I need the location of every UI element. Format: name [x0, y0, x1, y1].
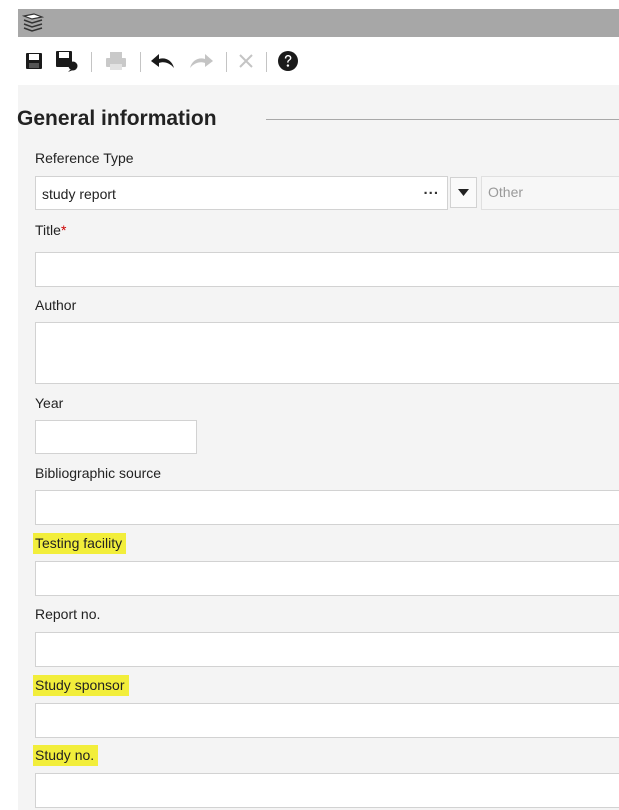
delete-icon[interactable] [232, 37, 260, 85]
other-placeholder: Other [488, 184, 524, 200]
print-icon[interactable] [99, 37, 133, 85]
testing-facility-label: Testing facility [33, 533, 127, 554]
reference-type-value: study report [42, 186, 116, 202]
toolbar-separator [226, 52, 227, 72]
reference-type-dropdown-button[interactable] [450, 177, 477, 208]
study-sponsor-label: Study sponsor [33, 675, 129, 696]
toolbar-separator [140, 52, 141, 72]
toolbar-separator [91, 52, 92, 72]
undo-icon[interactable] [146, 37, 180, 85]
browse-button[interactable]: ... [423, 181, 439, 198]
report-no-label: Report no. [35, 606, 101, 622]
study-sponsor-label-text: Study sponsor [33, 675, 129, 696]
redo-icon[interactable] [184, 37, 218, 85]
study-no-input[interactable] [35, 773, 619, 808]
report-no-input[interactable] [35, 632, 619, 667]
title-input[interactable] [35, 252, 619, 287]
save-icon[interactable] [21, 37, 47, 85]
title-label-text: Title [35, 222, 61, 238]
study-no-label: Study no. [33, 745, 99, 766]
author-textarea[interactable] [35, 322, 619, 384]
save-and-close-icon[interactable] [52, 37, 82, 85]
toolbar [18, 37, 619, 85]
reference-type-select[interactable]: study report ... [35, 176, 448, 210]
title-label: Title* [35, 222, 66, 238]
testing-facility-label-text: Testing facility [33, 533, 127, 554]
study-sponsor-input[interactable] [35, 703, 619, 738]
required-mark: * [60, 222, 67, 238]
bibliographic-source-input[interactable] [35, 490, 619, 525]
bibliographic-source-label: Bibliographic source [35, 465, 162, 481]
year-label: Year [35, 395, 64, 411]
help-icon[interactable] [273, 37, 303, 85]
stacked-documents-icon [21, 12, 45, 37]
study-no-label-text: Study no. [33, 745, 99, 766]
section-divider [266, 119, 619, 120]
author-label: Author [35, 297, 77, 313]
section-title: General information [17, 107, 217, 130]
chevron-down-icon [458, 189, 469, 196]
testing-facility-input[interactable] [35, 561, 619, 596]
reference-type-label: Reference Type [35, 150, 134, 166]
year-input[interactable] [35, 420, 197, 454]
window-title-bar [18, 9, 619, 37]
reference-type-other-input[interactable]: Other [481, 176, 619, 210]
toolbar-separator [266, 52, 267, 72]
